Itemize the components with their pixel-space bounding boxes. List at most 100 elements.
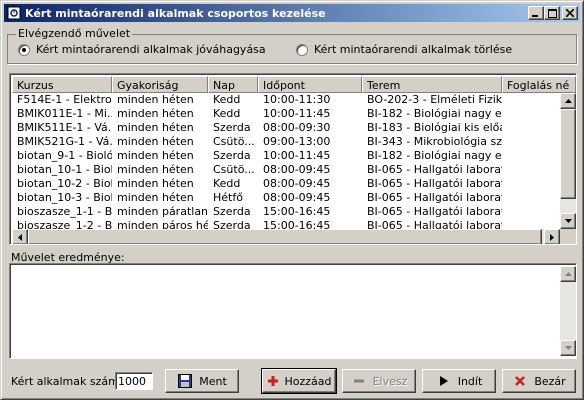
close-window-button[interactable]	[562, 6, 578, 20]
column-header-gyakorisag[interactable]: Gyakoriság	[112, 76, 208, 93]
column-header-kurzus[interactable]: Kurzus	[12, 76, 112, 93]
close-x-icon	[512, 373, 528, 389]
cell-idopont: 08:00-09:45	[263, 163, 331, 176]
maximize-icon	[547, 8, 557, 18]
horizontal-scroll-thumb[interactable]	[28, 229, 542, 244]
cell-gyakorisag: minden héten	[117, 149, 194, 162]
cell-terem: BI-182 - Biológiai nagy el...	[367, 107, 502, 120]
count-label: Kért alkalmak száma:	[11, 375, 130, 388]
cell-kurzus: biotan_10-3 - Biol...	[17, 191, 112, 204]
delete-radio-indicator[interactable]	[296, 43, 308, 56]
close-icon	[566, 9, 574, 17]
table-row[interactable]: bioszasze_1-1 - B... minden páratlan ... S…	[12, 205, 560, 219]
cell-kurzus: bioszasze_1-2 - B...	[17, 219, 112, 229]
table-row[interactable]: BMIK011E-1 - Mi... minden héten Kedd 10:00-…	[12, 107, 560, 121]
vertical-scroll-thumb[interactable]	[560, 109, 576, 199]
cell-gyakorisag: minden páratlan ...	[117, 205, 208, 218]
cell-nap: Csütö...	[213, 135, 255, 148]
result-vertical-scrollbar[interactable]	[560, 266, 576, 356]
cell-gyakorisag: minden héten	[117, 121, 194, 134]
cell-gyakorisag: minden páros hé...	[117, 219, 208, 229]
table-row[interactable]: biotan_10-3 - Biol... minden héten Hétfő 08…	[12, 191, 560, 205]
minimize-icon	[532, 15, 538, 17]
add-button[interactable]: Hozzáad	[261, 368, 337, 394]
minimize-button[interactable]	[528, 6, 544, 20]
close-button[interactable]: Bezár	[502, 369, 576, 393]
horizontal-scrollbar[interactable]	[12, 229, 560, 244]
arrow-left-icon	[18, 233, 22, 241]
cell-idopont: 08:00-09:30	[263, 121, 331, 134]
arrow-up-icon	[564, 99, 572, 103]
cell-idopont: 10:00-11:45	[263, 107, 331, 120]
cell-kurzus: bioszasze_1-1 - B...	[17, 205, 112, 218]
course-list[interactable]: Kurzus Gyakoriság Nap Időpont Terem Fogl…	[9, 73, 577, 245]
scroll-down-button[interactable]	[560, 213, 576, 229]
cell-gyakorisag: minden héten	[117, 177, 194, 190]
column-header-idopont[interactable]: Időpont	[258, 76, 362, 93]
window-title: Kért mintaórarendi alkalmak csoportos ke…	[25, 6, 326, 20]
cell-terem: BI-343 - Mikrobiológia sz...	[367, 135, 502, 148]
cell-idopont: 10:00-11:45	[263, 149, 331, 162]
arrow-up-icon	[564, 272, 572, 276]
cell-idopont: 09:00-13:00	[263, 135, 331, 148]
cell-nap: Csütö...	[213, 163, 255, 176]
scroll-left-button[interactable]	[12, 229, 28, 244]
result-textarea[interactable]	[9, 263, 577, 359]
scroll-up-button[interactable]	[560, 93, 576, 109]
delete-radio-label: Kért mintaórarendi alkalmak törlése	[314, 43, 513, 56]
result-scroll-down-button[interactable]	[560, 340, 576, 356]
vertical-scrollbar[interactable]	[560, 93, 576, 229]
scroll-right-button[interactable]	[544, 229, 560, 244]
table-row[interactable]: F514E-1 - Elektro... minden héten Kedd 10:0…	[12, 93, 560, 107]
cell-idopont: 08:00-09:45	[263, 177, 331, 190]
table-row[interactable]: BMIK521G-1 - Vá... minden héten Csütö... 09…	[12, 135, 560, 149]
remove-button[interactable]: Elvesz	[342, 369, 416, 393]
cell-nap: Hétfő	[213, 191, 243, 204]
dialog-window: Kért mintaórarendi alkalmak csoportos ke…	[0, 0, 584, 400]
table-body: F514E-1 - Elektro... minden héten Kedd 10:0…	[12, 93, 560, 229]
arrow-down-icon	[564, 346, 572, 350]
save-button[interactable]: Ment	[165, 369, 239, 393]
cell-gyakorisag: minden héten	[117, 191, 194, 204]
play-arrow-icon	[436, 373, 452, 389]
cell-gyakorisag: minden héten	[117, 93, 194, 106]
cell-terem: BI-065 - Hallgatói laborat...	[367, 163, 502, 176]
cell-nap: Szerda	[213, 219, 251, 229]
approve-radio-indicator[interactable]	[18, 43, 30, 56]
save-button-label: Ment	[199, 374, 227, 388]
remove-button-label: Elvesz	[372, 374, 408, 388]
title-bar[interactable]: Kért mintaórarendi alkalmak csoportos ke…	[4, 4, 580, 22]
cell-idopont: 15:00-16:45	[263, 205, 331, 218]
table-row[interactable]: bioszasze_1-2 - B... minden páros hé... Sz…	[12, 219, 560, 229]
result-scroll-up-button[interactable]	[560, 266, 576, 282]
count-input[interactable]	[115, 372, 153, 390]
table-row[interactable]: BMIK511E-1 - Vá... minden héten Szerda 08:0…	[12, 121, 560, 135]
cell-gyakorisag: minden héten	[117, 163, 194, 176]
cell-idopont: 15:00-16:45	[263, 219, 331, 229]
cell-nap: Kedd	[213, 177, 241, 190]
cell-kurzus: biotan_9-1 - Bioló...	[17, 149, 112, 162]
arrow-right-icon	[550, 233, 554, 241]
cell-nap: Szerda	[213, 121, 251, 134]
maximize-button[interactable]	[544, 6, 560, 20]
column-header-nap[interactable]: Nap	[208, 76, 258, 93]
table-row[interactable]: biotan_9-1 - Bioló... minden héten Szerda 1…	[12, 149, 560, 163]
start-button[interactable]: Indít	[422, 369, 496, 393]
app-icon	[6, 5, 22, 21]
column-header-terem[interactable]: Terem	[362, 76, 502, 93]
add-button-label: Hozzáad	[284, 374, 332, 388]
cell-kurzus: biotan_10-2 - Biol...	[17, 177, 112, 190]
table-header: Kurzus Gyakoriság Nap Időpont Terem Fogl…	[12, 76, 576, 93]
table-row[interactable]: biotan_10-1 - Biol... minden héten Csütö..…	[12, 163, 560, 177]
cell-kurzus: F514E-1 - Elektro...	[17, 93, 112, 106]
cell-terem: BI-065 - Hallgatói laborat...	[367, 177, 502, 190]
table-row[interactable]: biotan_10-2 - Biol... minden héten Kedd 08:…	[12, 177, 560, 191]
delete-radio[interactable]: Kért mintaórarendi alkalmak törlése	[296, 43, 512, 56]
cell-kurzus: BMIK011E-1 - Mi...	[17, 107, 112, 120]
cell-idopont: 10:00-11:30	[263, 93, 331, 106]
cell-gyakorisag: minden héten	[117, 107, 194, 120]
scrollbar-corner	[560, 229, 576, 244]
cell-gyakorisag: minden héten	[117, 135, 194, 148]
column-header-foglalas[interactable]: Foglalás né	[502, 76, 576, 93]
approve-radio[interactable]: Kért mintaórarendi alkalmak jóváhagyása	[18, 43, 266, 56]
